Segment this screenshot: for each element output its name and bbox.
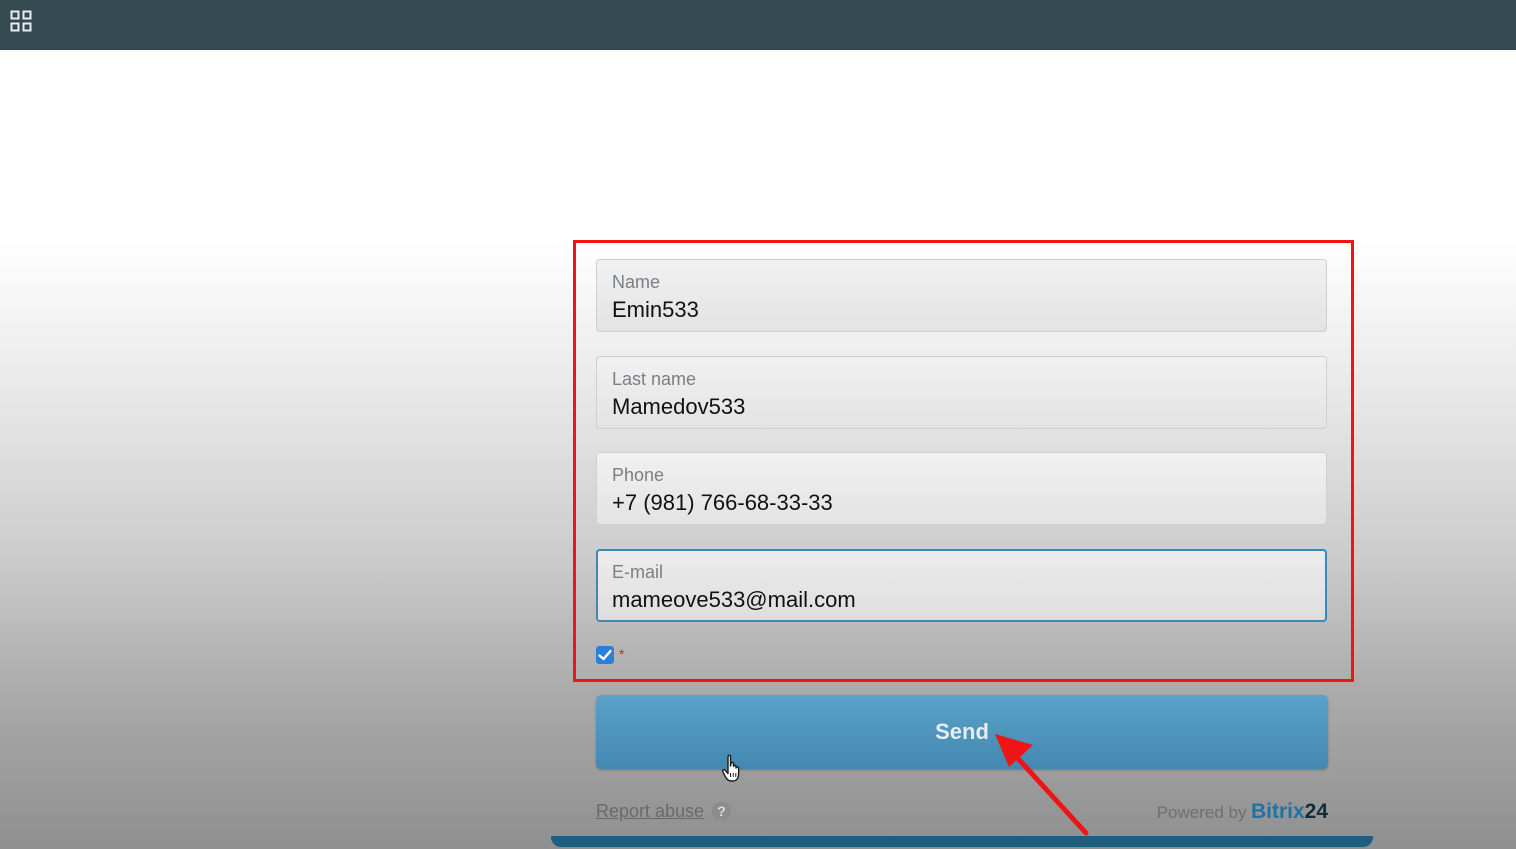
arrow-annotation-icon xyxy=(995,734,1089,836)
send-button[interactable]: Send xyxy=(596,695,1328,769)
powered-by: Powered by Bitrix24 xyxy=(1157,800,1328,824)
powered-by-text: Powered by xyxy=(1156,803,1247,822)
form-bottom-border xyxy=(551,836,1373,847)
brand-name[interactable]: Bitrix xyxy=(1251,800,1305,823)
brand-number[interactable]: 24 xyxy=(1305,800,1328,823)
help-icon[interactable]: ? xyxy=(712,802,731,821)
report-abuse-link[interactable]: Report abuse xyxy=(596,801,704,822)
grid-icon[interactable] xyxy=(10,10,32,32)
highlight-annotation xyxy=(573,240,1354,682)
hand-cursor-icon xyxy=(721,754,740,782)
top-bar xyxy=(0,0,1516,50)
send-button-label: Send xyxy=(935,719,989,744)
